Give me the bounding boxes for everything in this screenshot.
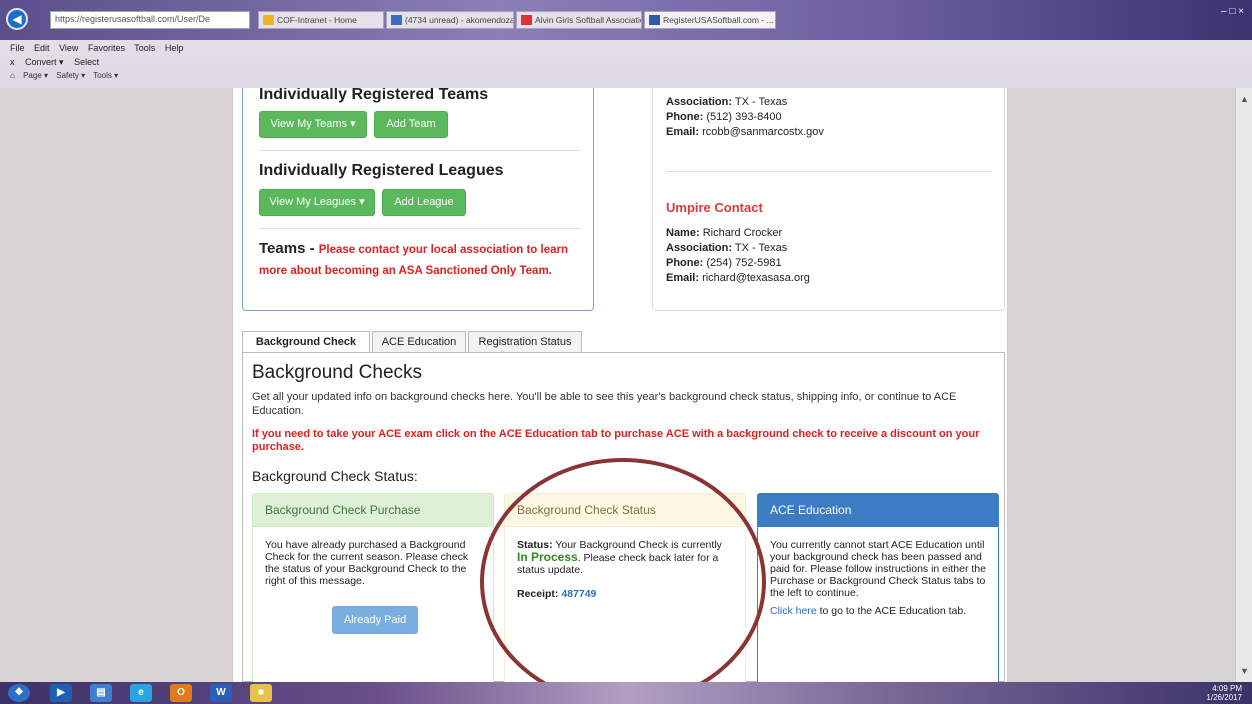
page-title: Background Checks — [252, 362, 423, 383]
purchase-card-body: You have already purchased a Background … — [265, 539, 469, 587]
already-paid-button[interactable]: Already Paid — [332, 606, 418, 634]
view-my-teams-button[interactable]: View My Teams ▾ — [259, 111, 367, 138]
clock-time: 4:09 PM — [1212, 684, 1242, 693]
favorites-bar: ⌂ Page ▾ Safety ▾ Tools ▾ — [10, 71, 124, 80]
contact-panel: Association: TX - Texas Phone: (512) 393… — [652, 88, 1005, 311]
safety-menu[interactable]: Safety ▾ — [56, 71, 85, 80]
status-card: Background Check Status Status: Your Bac… — [504, 493, 746, 682]
teams-label: Teams - — [259, 240, 319, 257]
contact-phone: Phone: (512) 393-8400 — [666, 111, 782, 123]
leagues-heading: Individually Registered Leagues — [259, 162, 504, 179]
registered-teams-panel: Individually Registered Teams View My Te… — [242, 88, 594, 311]
outlook-icon[interactable]: O — [170, 684, 192, 702]
receipt-link[interactable]: 487749 — [561, 588, 596, 600]
tab-ace-education[interactable]: ACE Education — [372, 331, 466, 353]
status-card-body: Status: Your Background Check is current… — [505, 527, 745, 612]
window-controls[interactable]: – □ × — [1221, 6, 1244, 17]
menu-file[interactable]: File — [10, 43, 25, 53]
umpire-association: Association: TX - Texas — [666, 242, 788, 254]
tab-registration-status[interactable]: Registration Status — [468, 331, 582, 353]
vertical-scrollbar[interactable]: ▲ ▼ — [1235, 88, 1252, 682]
status-card-title: Background Check Status — [505, 494, 745, 527]
status-heading: Background Check Status: — [252, 468, 418, 484]
clock-date: 1/26/2017 — [1206, 693, 1242, 702]
menu-tools[interactable]: Tools — [134, 43, 155, 53]
status-badge: In Process — [517, 550, 578, 564]
add-league-button[interactable]: Add League — [382, 189, 466, 216]
scroll-down-icon[interactable]: ▼ — [1240, 666, 1249, 676]
receipt-line: Receipt: 487749 — [517, 588, 597, 600]
contact-association: Association: TX - Texas — [666, 96, 788, 108]
umpire-contact-heading: Umpire Contact — [666, 200, 763, 215]
ace-click-here-link[interactable]: Click here — [770, 605, 817, 617]
folder-icon[interactable]: ■ — [250, 684, 272, 702]
system-tray: 4:09 PM 1/26/2017 — [1206, 684, 1242, 702]
purchase-card: Background Check Purchase You have alrea… — [252, 493, 494, 682]
umpire-phone: Phone: (254) 752-5981 — [666, 257, 782, 269]
menu-edit[interactable]: Edit — [34, 43, 50, 53]
word-icon[interactable]: W — [210, 684, 232, 702]
start-icon[interactable]: ❖ — [8, 684, 30, 702]
ace-discount-note: If you need to take your ACE exam click … — [252, 428, 980, 453]
media-icon[interactable]: ▶ — [50, 684, 72, 702]
scroll-up-icon[interactable]: ▲ — [1240, 94, 1249, 104]
purchase-card-title: Background Check Purchase — [253, 494, 493, 527]
contact-email: Email: rcobb@sanmarcostx.gov — [666, 126, 824, 138]
menu-view[interactable]: View — [59, 43, 78, 53]
divider — [259, 150, 581, 151]
menu-help[interactable]: Help — [165, 43, 184, 53]
ie-icon[interactable]: e — [130, 684, 152, 702]
ace-card-body: You currently cannot start ACE Education… — [770, 539, 986, 617]
teams-heading: Individually Registered Teams — [259, 88, 489, 103]
convert-button[interactable]: Convert ▾ — [25, 57, 64, 67]
browser-chrome: ◀ https://registerusasoftball.com/User/D… — [0, 0, 1252, 88]
add-team-button[interactable]: Add Team — [374, 111, 448, 138]
home-icon[interactable]: ⌂ — [10, 71, 15, 80]
files-icon[interactable]: ▤ — [90, 684, 112, 702]
view-my-leagues-button[interactable]: View My Leagues ▾ — [259, 189, 375, 216]
back-button[interactable]: ◀ — [6, 8, 28, 30]
tab-background-check[interactable]: Background Check — [242, 331, 370, 353]
select-button[interactable]: Select — [74, 57, 99, 67]
web-page: Individually Registered Teams View My Te… — [232, 88, 1008, 682]
menu-bar: File Edit View Favorites Tools Help — [10, 43, 190, 53]
page-menu[interactable]: Page ▾ — [23, 71, 48, 80]
ace-card-title: ACE Education — [758, 494, 998, 527]
divider — [666, 171, 992, 172]
tools-menu[interactable]: Tools ▾ — [93, 71, 118, 80]
umpire-name: Name: Richard Crocker — [666, 227, 783, 239]
address-bar[interactable]: https://registerusasoftball.com/User/De — [50, 11, 250, 29]
browser-tab-4[interactable]: RegisterUSASoftball.com - ... — [644, 11, 776, 29]
menu-favorites[interactable]: Favorites — [88, 43, 125, 53]
umpire-email: Email: richard@texasasa.org — [666, 272, 810, 284]
taskbar: ❖ ▶ ▤ e O W ■ 4:09 PM 1/26/2017 — [0, 682, 1252, 704]
background-check-panel: Background Checks Get all your updated i… — [242, 352, 1005, 682]
teams-note: Teams - Please contact your local associ… — [259, 239, 579, 281]
divider — [259, 228, 581, 229]
close-cmd-icon[interactable]: x — [10, 57, 15, 67]
command-bar: x Convert ▾ Select — [10, 57, 107, 68]
ace-card: ACE Education You currently cannot start… — [757, 493, 999, 682]
background-description: Get all your updated info on background … — [252, 391, 957, 417]
browser-tab-3[interactable]: Alvin Girls Softball Association ... — [516, 11, 642, 29]
browser-tab-2[interactable]: (4734 unread) - akomendoza8... — [386, 11, 514, 29]
browser-tab-1[interactable]: COF-Intranet - Home — [258, 11, 384, 29]
